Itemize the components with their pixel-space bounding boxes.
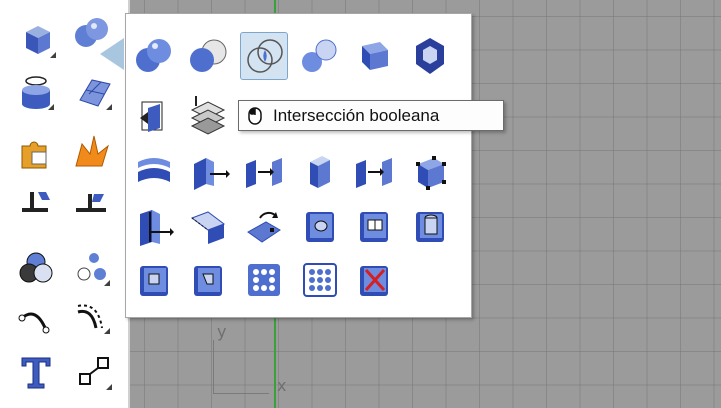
rotate-face-icon[interactable]: [240, 202, 288, 250]
transform-icon[interactable]: [74, 352, 114, 392]
axis-x-label: x: [277, 376, 287, 395]
boolean-intersection-icon[interactable]: [240, 32, 288, 80]
fillet-edges-icon[interactable]: [130, 148, 178, 196]
make-hole-icon[interactable]: [296, 202, 344, 250]
box-icon[interactable]: [18, 20, 58, 60]
flyout-pointer: [100, 38, 124, 70]
points-icon[interactable]: [72, 248, 112, 288]
place-hole-icon[interactable]: [350, 202, 398, 250]
boolean-difference-icon[interactable]: [184, 32, 232, 80]
explode-icon[interactable]: [72, 132, 112, 172]
array-hole-polar-icon[interactable]: [296, 256, 344, 304]
axis-y-label: y: [217, 322, 227, 341]
move-face-icon[interactable]: [184, 148, 232, 196]
axis-gizmo-x-line: [213, 393, 269, 394]
curve-icon[interactable]: [16, 300, 56, 340]
cylinder-icon[interactable]: [16, 72, 56, 112]
text-icon[interactable]: [16, 352, 56, 392]
boolean-split-icon[interactable]: [296, 32, 344, 80]
extrude-face-icon[interactable]: [296, 148, 344, 196]
solid-tools-flyout: [125, 13, 472, 318]
rotate-hole-icon[interactable]: [184, 256, 232, 304]
render-icon[interactable]: [16, 248, 56, 288]
round-hole-icon[interactable]: [406, 202, 454, 250]
move-edge-icon[interactable]: [350, 148, 398, 196]
split-faces-icon[interactable]: [130, 202, 178, 250]
mouse-icon: [248, 106, 262, 125]
array-hole-icon[interactable]: [240, 256, 288, 304]
boolean-union-icon[interactable]: [130, 32, 178, 80]
move-hole-icon[interactable]: [130, 256, 178, 304]
tooltip: Intersección booleana: [238, 100, 504, 131]
create-solid-icon[interactable]: [350, 32, 398, 80]
puzzle-icon[interactable]: [16, 132, 56, 172]
merge-faces-icon[interactable]: [184, 92, 232, 140]
extract-surface-icon[interactable]: [130, 92, 178, 140]
surface-icon[interactable]: [74, 72, 114, 112]
move-faces-to-boundary-icon[interactable]: [240, 148, 288, 196]
trim-icon[interactable]: [72, 186, 112, 226]
curve-offset-icon[interactable]: [72, 296, 112, 336]
split-icon[interactable]: [16, 186, 56, 226]
axis-gizmo-y-line: [213, 340, 214, 394]
solid-points-icon[interactable]: [406, 148, 454, 196]
cap-planar-holes-icon[interactable]: [406, 32, 454, 80]
tooltip-text: Intersección booleana: [273, 105, 440, 125]
fold-face-icon[interactable]: [184, 202, 232, 250]
delete-hole-icon[interactable]: [350, 256, 398, 304]
